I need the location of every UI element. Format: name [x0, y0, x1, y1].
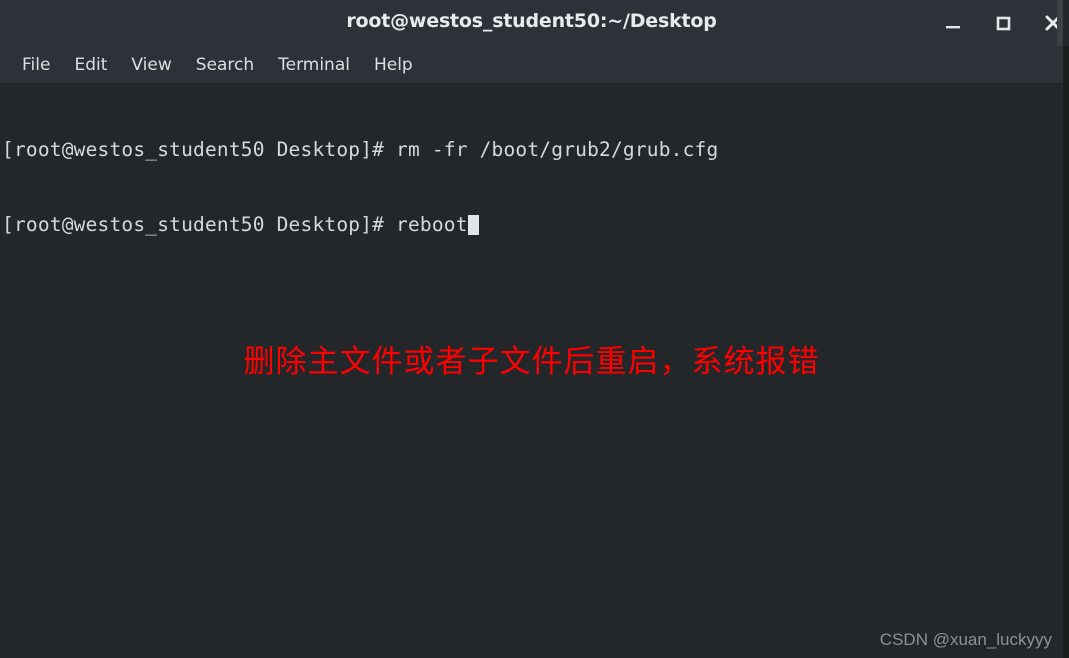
menu-item-search[interactable]: Search [184, 52, 266, 78]
close-button[interactable] [1038, 8, 1068, 38]
window-corner-edge [1057, 0, 1063, 46]
annotation-text: 删除主文件或者子文件后重启，系统报错 [243, 344, 820, 380]
text-cursor [467, 215, 479, 235]
close-icon [1038, 8, 1068, 38]
menu-bar: File Edit View Search Terminal Help [0, 46, 1063, 84]
terminal-line: [root@westos_student50 Desktop]# rm -fr … [2, 137, 718, 162]
title-bar: root@westos_student50:~/Desktop [0, 0, 1063, 46]
menu-item-terminal[interactable]: Terminal [266, 52, 362, 78]
menu-item-view[interactable]: View [119, 52, 183, 78]
window-title: root@westos_student50:~/Desktop [346, 10, 717, 32]
terminal-output: [root@westos_student50 Desktop]# rm -fr … [2, 87, 718, 287]
watermark: CSDN @xuan_luckyyy [879, 630, 1052, 649]
terminal-window: root@westos_student50:~/Desktop File Edi… [0, 0, 1069, 658]
terminal-line: [root@westos_student50 Desktop]# reboot [2, 212, 718, 237]
shell-command: rm -fr /boot/grub2/grub.cfg [396, 138, 719, 161]
menu-item-file[interactable]: File [10, 52, 62, 78]
shell-prompt: [root@westos_student50 Desktop]# [2, 138, 397, 161]
minimize-icon [938, 8, 968, 38]
maximize-icon [988, 8, 1018, 38]
menu-item-help[interactable]: Help [362, 52, 425, 78]
shell-command: reboot [396, 213, 468, 236]
shell-prompt: [root@westos_student50 Desktop]# [2, 213, 397, 236]
maximize-button[interactable] [988, 8, 1018, 38]
window-right-edge [1063, 46, 1069, 658]
menu-item-edit[interactable]: Edit [62, 52, 119, 78]
minimize-button[interactable] [938, 8, 968, 38]
terminal-screen[interactable]: [root@westos_student50 Desktop]# rm -fr … [0, 84, 1063, 658]
